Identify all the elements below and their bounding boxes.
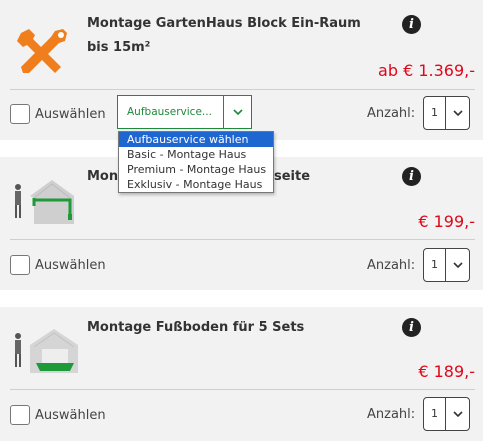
dropdown-option-exklusiv[interactable]: Exklusiv - Montage Haus xyxy=(119,177,273,192)
product-price: € 199,- xyxy=(418,212,475,231)
divider xyxy=(10,389,475,390)
select-checkbox[interactable] xyxy=(10,104,30,124)
divider xyxy=(10,89,475,90)
select-checkbox-row[interactable]: Auswählen xyxy=(10,255,106,275)
chevron-down-icon[interactable] xyxy=(446,398,469,430)
product-card-assembly-gartenhaus: Montage GartenHaus Block Ein-Raum bis 15… xyxy=(0,0,483,140)
dropdown-option-aufbauservice[interactable]: Aufbauservice wählen xyxy=(119,132,273,147)
chevron-down-icon[interactable] xyxy=(223,96,251,128)
service-select-value: Aufbauservice... xyxy=(127,106,212,118)
info-icon[interactable]: i xyxy=(402,318,421,337)
product-price: € 189,- xyxy=(418,362,475,381)
select-checkbox-label: Auswählen xyxy=(35,407,106,423)
quantity-value: 1 xyxy=(424,249,446,281)
service-select[interactable]: Aufbauservice... xyxy=(117,95,252,129)
quantity-value: 1 xyxy=(424,398,446,430)
select-checkbox-row[interactable]: Auswählen xyxy=(10,104,106,124)
product-title: Montage GartenHaus Block Ein-Raum bis 15… xyxy=(87,16,361,55)
quantity-label: Anzahl: xyxy=(367,407,416,422)
select-checkbox-label: Auswählen xyxy=(35,257,106,273)
house-gutter-icon xyxy=(15,180,74,224)
divider xyxy=(10,239,475,240)
quantity-select[interactable]: 1 xyxy=(423,397,470,431)
info-icon[interactable]: i xyxy=(402,167,421,186)
product-title: Montage Fußboden für 5 Sets xyxy=(87,320,305,335)
chevron-down-icon[interactable] xyxy=(446,249,469,281)
info-icon[interactable]: i xyxy=(402,15,421,34)
select-checkbox-label: Auswählen xyxy=(35,106,106,122)
quantity-label: Anzahl: xyxy=(367,258,416,273)
product-title-end: seite xyxy=(274,169,311,184)
product-price: ab € 1.369,- xyxy=(378,61,475,80)
tools-icon xyxy=(17,29,67,73)
product-card-assembly-floor: Montage Fußboden für 5 Sets i € 189,- Au… xyxy=(0,307,483,441)
select-checkbox[interactable] xyxy=(10,405,30,425)
service-select-dropdown: Aufbauservice wählen Basic - Montage Hau… xyxy=(118,131,274,193)
dropdown-option-premium[interactable]: Premium - Montage Haus xyxy=(119,162,273,177)
select-checkbox-row[interactable]: Auswählen xyxy=(10,405,106,425)
quantity-select[interactable]: 1 xyxy=(423,248,470,282)
quantity-value: 1 xyxy=(424,97,446,129)
chevron-down-icon[interactable] xyxy=(446,97,469,129)
quantity-select[interactable]: 1 xyxy=(423,96,470,130)
house-floor-icon xyxy=(15,329,78,373)
select-checkbox[interactable] xyxy=(10,255,30,275)
quantity-label: Anzahl: xyxy=(367,106,416,121)
dropdown-option-basic[interactable]: Basic - Montage Haus xyxy=(119,147,273,162)
